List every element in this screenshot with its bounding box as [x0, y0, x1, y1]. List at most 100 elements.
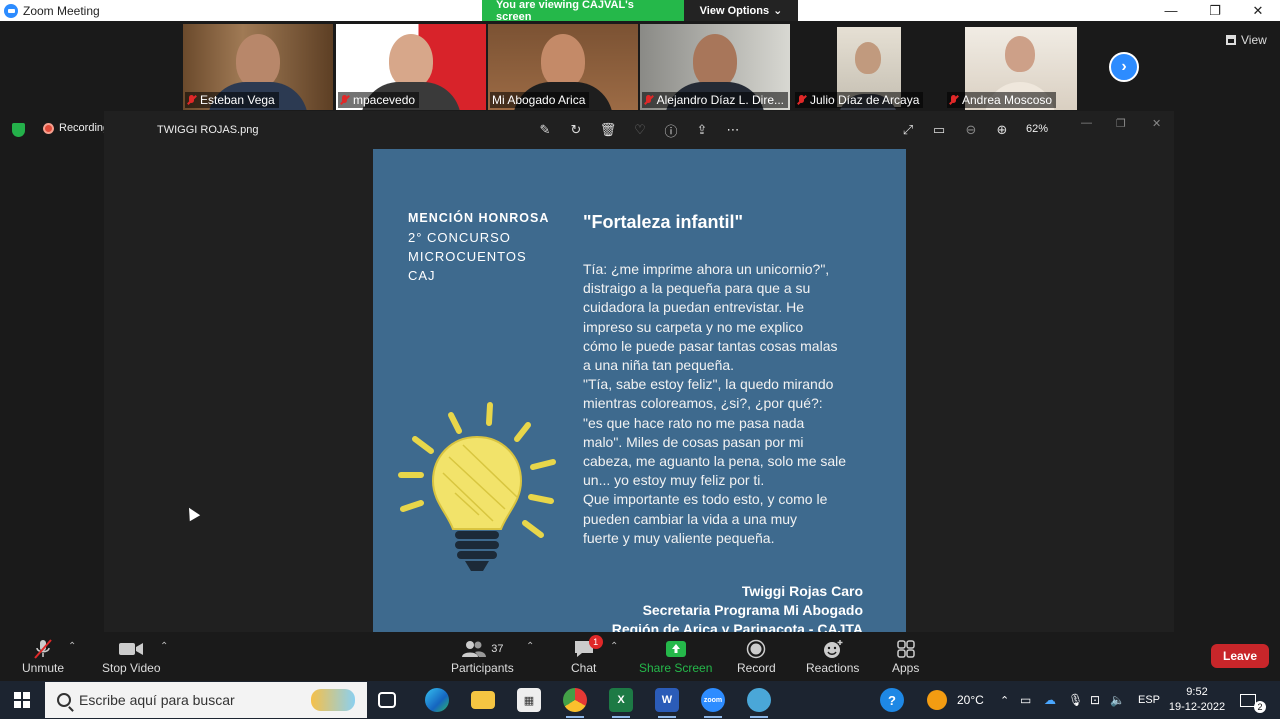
fullscreen-icon[interactable]: ⤢: [899, 121, 917, 139]
apps-button[interactable]: Apps: [892, 637, 919, 675]
participant-name: Mi Abogado Arica: [492, 93, 586, 107]
chat-options-caret[interactable]: ⌃: [610, 641, 618, 652]
show-hidden-icons-button[interactable]: ⌃: [1000, 681, 1009, 719]
muted-mic-icon: [340, 94, 349, 106]
microphone-icon[interactable]: 🎙: [1068, 681, 1083, 719]
info-icon[interactable]: ⓘ: [662, 121, 680, 139]
mention-block: MENCIÓN HONROSA 2° CONCURSO MICROCUENTOS…: [408, 209, 558, 285]
author-name: Twiggi Rojas Caro: [741, 583, 863, 599]
participant-tile[interactable]: Julio Díaz de Arcaya: [793, 24, 943, 110]
reactions-button[interactable]: Reactions: [806, 637, 859, 675]
taskbar-search-box[interactable]: Escribe aquí para buscar: [45, 682, 367, 718]
share-icon[interactable]: ⇪: [693, 121, 711, 139]
muted-mic-icon: [949, 94, 958, 106]
participants-options-caret[interactable]: ⌃: [526, 641, 534, 652]
weather-sun-icon[interactable]: [927, 690, 947, 710]
story-line: "es que hace rato no me pasa nada: [583, 414, 805, 431]
restore-button[interactable]: ❐: [1193, 0, 1237, 21]
taskbar-clock[interactable]: 9:52 19-12-2022: [1168, 685, 1226, 715]
participant-name-tag: Alejandro Díaz L. Dire...: [642, 92, 788, 108]
unmute-button[interactable]: Unmute: [22, 637, 64, 675]
participant-name-tag: Andrea Moscoso: [947, 92, 1057, 108]
leave-button[interactable]: Leave: [1211, 644, 1269, 668]
story-line: impreso su carpeta y no me explico: [583, 318, 804, 335]
chat-badge: 1: [588, 635, 603, 649]
story-line: mientras coloreamos, ¿si?, ¿por qué?:: [583, 395, 823, 412]
reactions-label: Reactions: [806, 661, 860, 675]
share-screen-button[interactable]: Share Screen: [639, 637, 712, 675]
excel-icon[interactable]: X: [609, 688, 633, 718]
audio-options-caret[interactable]: ⌃: [68, 641, 76, 652]
apps-icon: [896, 637, 916, 661]
battery-icon[interactable]: ▭: [1020, 681, 1031, 719]
fit-to-window-icon[interactable]: ▭: [930, 121, 948, 139]
muted-mic-icon: [797, 94, 806, 106]
participant-tile[interactable]: Esteban Vega: [183, 24, 333, 110]
next-page-button[interactable]: ›: [1109, 52, 1139, 82]
participant-tile[interactable]: Andrea Moscoso: [945, 24, 1095, 110]
onedrive-cloud-icon[interactable]: ☁: [1044, 681, 1056, 719]
mention-line: CAJ: [408, 268, 436, 283]
video-options-caret[interactable]: ⌃: [160, 641, 168, 652]
participant-name: Julio Díaz de Arcaya: [810, 93, 920, 107]
more-icon[interactable]: ⋯: [724, 121, 742, 139]
zoom-logo-icon: [4, 3, 18, 18]
minimize-button[interactable]: —: [1149, 0, 1193, 21]
chevron-down-icon: ⌄: [773, 5, 783, 17]
viewer-minimize-button[interactable]: —: [1081, 117, 1092, 129]
participants-button[interactable]: 37 Participants: [451, 637, 514, 675]
participant-gallery: Esteban Vega mpacevedo Mi Abogado Arica …: [0, 21, 1280, 111]
record-label: Record: [737, 661, 776, 675]
zoom-app-icon[interactable]: zoom: [701, 688, 725, 718]
language-indicator[interactable]: ESP: [1138, 681, 1160, 719]
stop-video-label: Stop Video: [102, 661, 161, 675]
favorite-icon[interactable]: ♡: [631, 121, 649, 139]
record-button[interactable]: Record: [737, 637, 776, 675]
network-icon[interactable]: ⊡: [1090, 681, 1100, 719]
security-shield-icon[interactable]: [12, 123, 25, 137]
story-line: cómo le puede pasar tantas cosas malas: [583, 337, 838, 354]
windows-start-icon[interactable]: [14, 692, 30, 708]
zoom-out-icon[interactable]: ⊖: [962, 121, 980, 139]
video-camera-icon: [118, 637, 144, 661]
word-icon[interactable]: W: [655, 688, 679, 718]
participant-tile[interactable]: Mi Abogado Arica: [488, 24, 638, 110]
search-placeholder: Escribe aquí para buscar: [79, 692, 235, 708]
participants-label: Participants: [451, 661, 514, 675]
volume-icon[interactable]: 🔈: [1110, 681, 1125, 719]
microsoft-store-icon[interactable]: ▦: [517, 688, 541, 712]
viewer-close-button[interactable]: ✕: [1152, 117, 1161, 130]
task-view-icon[interactable]: [378, 692, 396, 708]
story-text: Tía: ¿me imprime ahora un unicornio?", d…: [583, 260, 883, 548]
mention-line: 2° CONCURSO: [408, 230, 511, 245]
viewer-restore-button[interactable]: ❐: [1116, 117, 1126, 130]
clock-date: 19-12-2022: [1168, 701, 1226, 713]
story-line: Tía: ¿me imprime ahora un unicornio?",: [583, 261, 830, 277]
notifications-icon[interactable]: 2: [1240, 681, 1266, 719]
temperature[interactable]: 20°C: [957, 681, 984, 719]
rotate-icon[interactable]: ↻: [567, 121, 585, 139]
chat-button[interactable]: 1 Chat: [571, 635, 603, 675]
delete-icon[interactable]: 🗑: [599, 121, 617, 139]
edge-browser-icon[interactable]: [425, 688, 449, 712]
view-button[interactable]: View: [1226, 33, 1267, 47]
search-highlight-icon: [311, 689, 355, 711]
participant-name: Esteban Vega: [200, 93, 275, 107]
recording-indicator[interactable]: Recording: [43, 122, 109, 134]
edit-icon[interactable]: ✎: [536, 121, 554, 139]
zoom-in-icon[interactable]: ⊕: [993, 121, 1011, 139]
stop-video-button[interactable]: Stop Video: [102, 637, 161, 675]
view-options-button[interactable]: View Options ⌄: [684, 0, 798, 21]
participant-name: Alejandro Díaz L. Dire...: [656, 93, 784, 107]
participant-tile[interactable]: Alejandro Díaz L. Dire...: [640, 24, 790, 110]
zoom-level: 62%: [1026, 123, 1049, 135]
search-icon: [57, 693, 71, 707]
help-icon[interactable]: ?: [880, 688, 904, 712]
close-button[interactable]: ✕: [1236, 0, 1280, 21]
smiley-icon: [822, 637, 844, 661]
app-icon[interactable]: [747, 688, 771, 718]
participants-icon: 37: [461, 637, 503, 661]
file-explorer-icon[interactable]: [471, 691, 495, 709]
participant-tile[interactable]: mpacevedo: [336, 24, 486, 110]
chrome-browser-icon[interactable]: [563, 688, 587, 718]
